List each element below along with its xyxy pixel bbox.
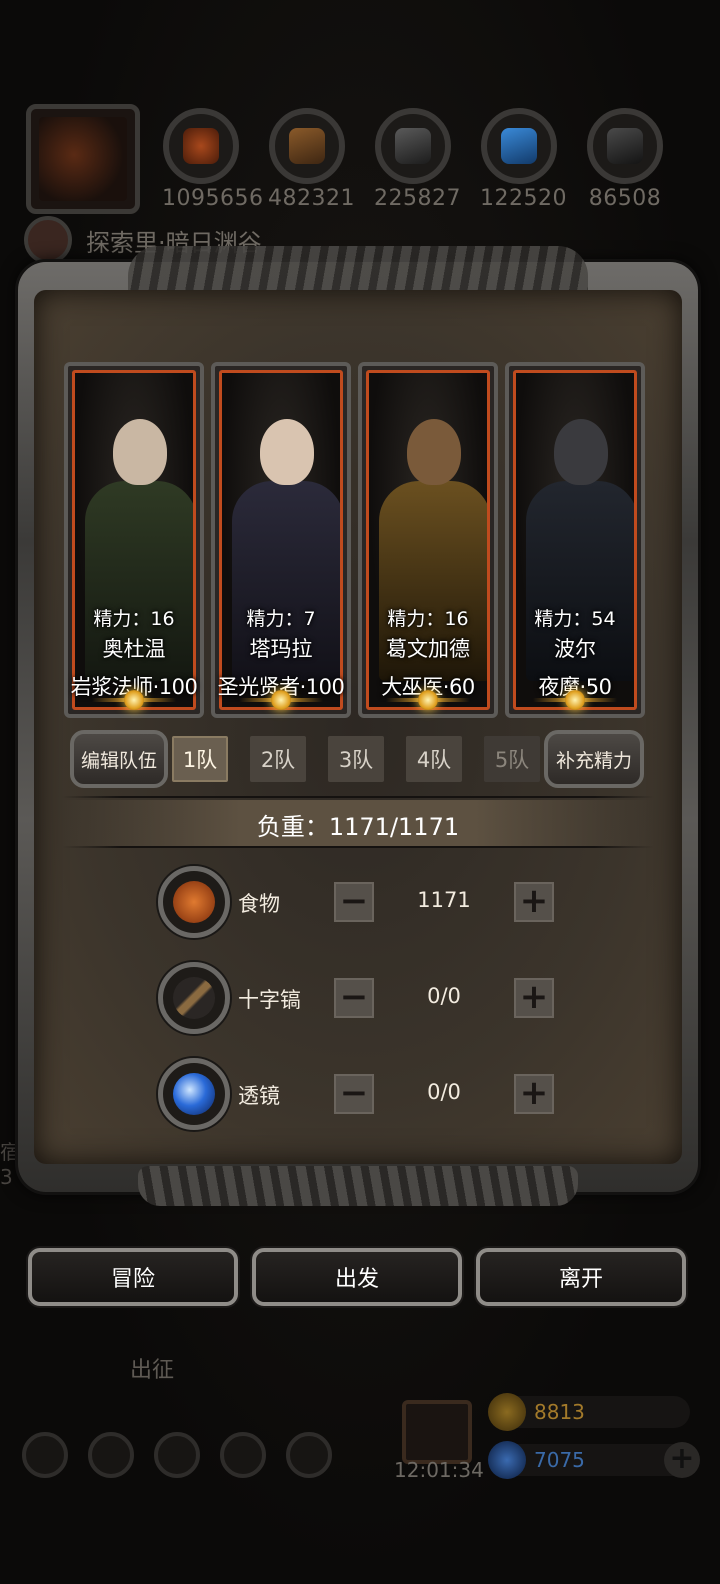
hero-stamina: 精力：7 [246,608,316,630]
pickaxe-icon [158,962,230,1034]
hero-name: 塔玛拉 [249,637,313,661]
hero-stamina: 精力：16 [387,608,469,630]
decrease-button[interactable]: − [334,978,374,1018]
resource-iron: 86508 [586,108,664,211]
crystal-icon [481,108,557,184]
depart-button[interactable]: 出发 [252,1248,462,1306]
tab-team-5[interactable]: 5队 [484,736,540,782]
hero-stamina: 精力：54 [534,608,616,630]
glow-gem-icon [124,690,144,710]
food-icon [163,108,239,184]
glow-gem-icon [418,690,438,710]
expedition-panel: 精力：16 奥杜温 岩浆法师·100 精力：7 塔玛拉 圣光贤者·100 精力：… [18,246,698,1206]
increase-button[interactable]: + [514,1074,554,1114]
hero-cards: 精力：16 奥杜温 岩浆法师·100 精力：7 塔玛拉 圣光贤者·100 精力：… [64,362,645,718]
divider [62,796,654,798]
glow-gem-icon [565,690,585,710]
iron-icon [587,108,663,184]
stone-icon [375,108,451,184]
tab-team-4[interactable]: 4队 [406,736,462,782]
hero-name: 波尔 [554,637,596,661]
settings-icon[interactable] [22,1432,68,1478]
hero-card[interactable]: 精力：16 奥杜温 岩浆法师·100 [64,362,204,718]
food-icon [158,866,230,938]
gift-box-icon[interactable] [402,1400,472,1464]
decrease-button[interactable]: − [334,882,374,922]
hero-card[interactable]: 精力：7 塔玛拉 圣光贤者·100 [211,362,351,718]
achievement-icon[interactable] [88,1432,134,1478]
adventure-button[interactable]: 冒险 [28,1248,238,1306]
tab-team-2[interactable]: 2队 [250,736,306,782]
hero-stamina: 精力：16 [93,608,175,630]
supply-value: 0/0 [427,984,461,1008]
side-label: 宿 3 [0,1140,20,1189]
resource-stone: 225827 [374,108,460,211]
march-label: 出征 [130,1358,175,1383]
bottom-ornament [138,1166,578,1206]
gem-icon [488,1441,526,1479]
hero-card[interactable]: 精力：16 葛文加德 大巫医·60 [358,362,498,718]
guild-icon[interactable] [154,1432,200,1478]
lens-icon [158,1058,230,1130]
supply-value: 1171 [417,888,471,912]
battle-icon[interactable] [286,1432,332,1478]
refill-stamina-button[interactable]: 补充精力 [544,730,644,788]
gem-counter: 7075 [488,1441,690,1479]
increase-button[interactable]: + [514,882,554,922]
hero-name: 葛文加德 [386,637,470,661]
supply-row-food: 食物 − 1171 + [158,866,578,938]
player-avatar[interactable] [26,104,140,214]
timer: 12:01:34 [394,1458,484,1482]
gold-coin-icon [488,1393,526,1431]
load-capacity: 负重：1171/1171 [62,800,654,848]
map-scroll-icon [24,216,72,264]
hero-card[interactable]: 精力：54 波尔 夜魔·50 [505,362,645,718]
tab-team-3[interactable]: 3队 [328,736,384,782]
team-bar: 编辑队伍 1队 2队 3队 4队 5队 补充精力 [70,730,644,788]
increase-button[interactable]: + [514,978,554,1018]
divider [62,846,654,848]
hero-name: 奥杜温 [102,637,166,661]
add-currency-button[interactable]: + [664,1442,700,1478]
hero-portrait-icon [39,117,127,201]
glow-gem-icon [271,690,291,710]
decrease-button[interactable]: − [334,1074,374,1114]
resource-crystal: 122520 [480,108,566,211]
supply-row-pickaxe: 十字镐 − 0/0 + [158,962,578,1034]
edit-team-button[interactable]: 编辑队伍 [70,730,168,788]
resource-wood: 482321 [268,108,354,211]
tab-team-1[interactable]: 1队 [172,736,228,782]
leave-button[interactable]: 离开 [476,1248,686,1306]
wood-icon [269,108,345,184]
resource-food: 1095656 [162,108,263,211]
mail-icon[interactable] [220,1432,266,1478]
gold-counter: 8813 [488,1393,690,1431]
supply-value: 0/0 [427,1080,461,1104]
supply-row-lens: 透镜 − 0/0 + [158,1058,578,1130]
